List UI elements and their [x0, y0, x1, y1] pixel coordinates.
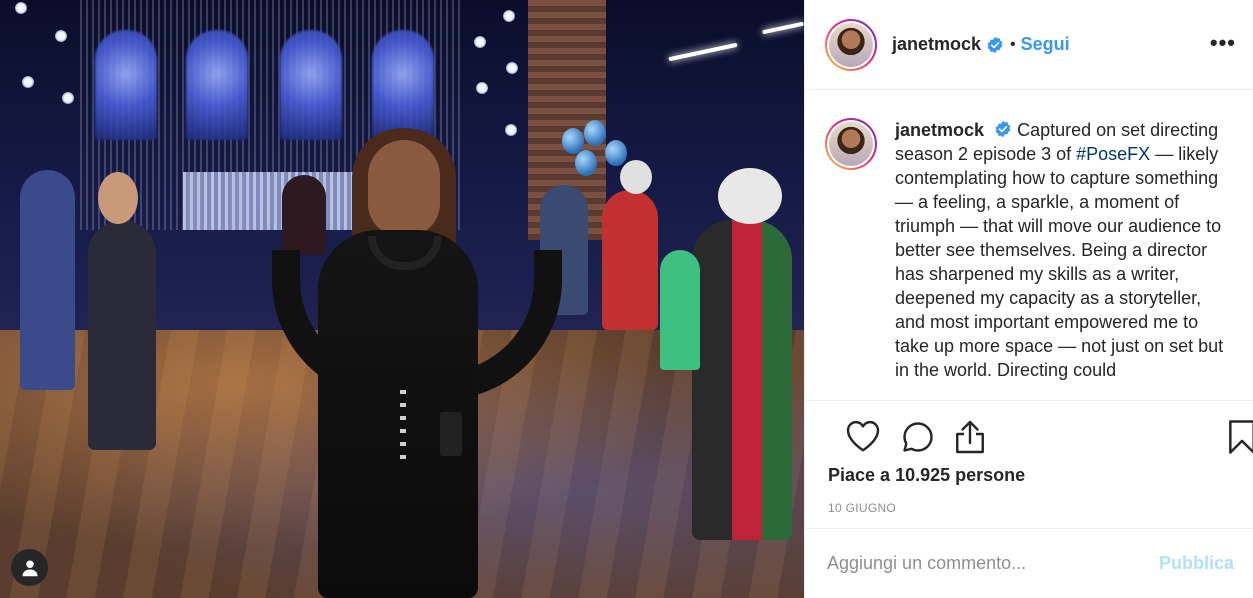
avatar-image	[829, 22, 873, 67]
more-options-button[interactable]: •••	[1210, 30, 1236, 56]
ceiling-light	[762, 21, 804, 35]
stage-light	[505, 124, 517, 136]
caption-area: janetmock Captured on set directing seas…	[805, 91, 1253, 399]
caption-author-avatar[interactable]	[825, 118, 877, 170]
comment-button[interactable]	[900, 419, 936, 460]
ceiling-light	[668, 42, 738, 62]
background-person	[282, 175, 326, 255]
post-header: janetmock • Segui •••	[805, 0, 1253, 90]
background-person	[602, 190, 658, 330]
hashtag-link[interactable]: #PoseFX	[1076, 144, 1150, 164]
stage-light	[503, 10, 515, 22]
verified-badge-icon	[995, 120, 1011, 138]
stage-light-panel	[186, 30, 248, 140]
stage-light-panel	[280, 30, 342, 140]
separator-dot: •	[1010, 35, 1016, 53]
caption-author-username[interactable]: janetmock	[895, 120, 984, 140]
stage-light	[22, 76, 34, 88]
background-person	[88, 220, 156, 450]
background-person	[20, 170, 75, 390]
background-person-head	[620, 160, 652, 194]
stage-light	[474, 36, 486, 48]
stage-light-panel	[95, 30, 157, 140]
stage-light	[506, 62, 518, 74]
background-person	[692, 220, 792, 540]
balloon	[575, 150, 597, 176]
avatar-image	[829, 122, 873, 166]
author-avatar[interactable]	[825, 18, 877, 71]
likes-suffix: persone	[950, 465, 1026, 485]
like-button[interactable]	[845, 419, 881, 458]
author-username[interactable]: janetmock	[892, 34, 981, 55]
save-button[interactable]	[1228, 419, 1253, 460]
walkie-talkie	[440, 412, 462, 456]
follow-button[interactable]: Segui	[1021, 34, 1070, 55]
user-tag-button[interactable]	[11, 549, 48, 586]
likes-prefix: Piace a	[828, 465, 896, 485]
post-sidebar: janetmock • Segui ••• janetmock Captured…	[804, 0, 1253, 598]
comment-icon	[903, 422, 933, 452]
likes-number: 10.925	[895, 465, 951, 485]
comment-form: Pubblica	[805, 528, 1253, 598]
share-button[interactable]	[953, 419, 987, 460]
balloon	[605, 140, 627, 166]
background-person-head	[718, 168, 782, 224]
post-date[interactable]: 10 GIUGNO	[828, 501, 896, 515]
caption-text: janetmock Captured on set directing seas…	[895, 118, 1225, 399]
stage-light-panel	[372, 30, 434, 140]
post-photo[interactable]	[0, 0, 804, 598]
stage-light	[476, 82, 488, 94]
director-face	[368, 140, 440, 236]
jeans-buttons	[400, 390, 406, 460]
comment-input[interactable]	[827, 553, 1159, 574]
bookmark-icon	[1229, 420, 1253, 454]
balloon	[584, 120, 606, 146]
heart-icon	[846, 420, 880, 452]
caption-body-end: — likely contemplating how to capture so…	[895, 144, 1224, 380]
share-icon	[956, 420, 984, 454]
background-person-head	[98, 172, 138, 224]
likes-count[interactable]: Piace a 10.925 persone	[828, 465, 1025, 486]
stage-light	[15, 2, 27, 14]
user-tag-icon	[22, 560, 37, 576]
stage-light	[55, 30, 67, 42]
post-actions: Piace a 10.925 persone 10 GIUGNO	[805, 400, 1253, 528]
verified-badge-icon	[987, 36, 1003, 53]
background-person	[660, 250, 700, 370]
publish-button[interactable]: Pubblica	[1159, 553, 1234, 574]
stage-light	[62, 92, 74, 104]
judges-table	[183, 172, 358, 230]
